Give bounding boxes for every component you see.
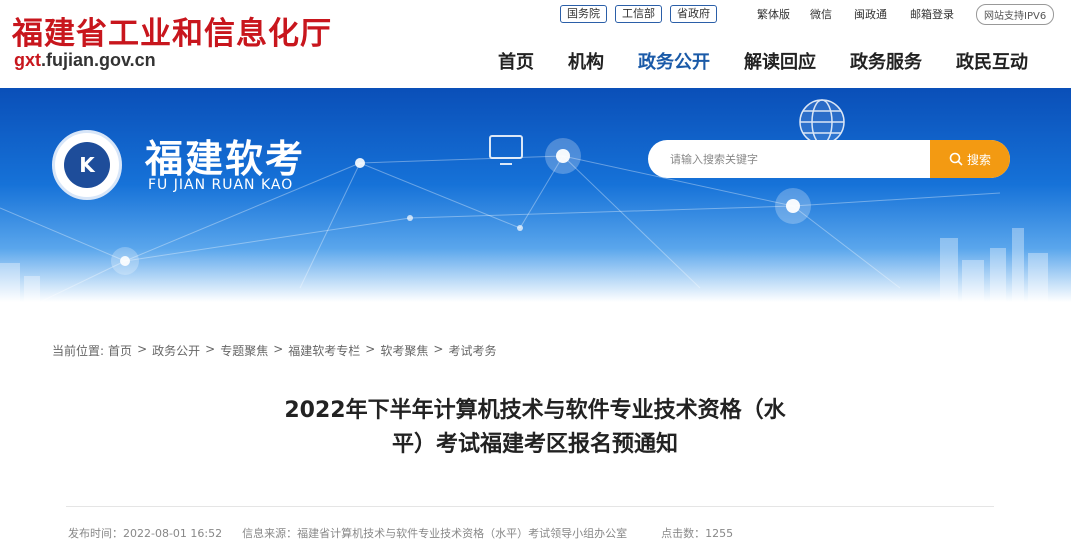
main-nav: 首页 机构 政务公开 解读回应 政务服务 政民互动 — [498, 48, 1028, 74]
nav-gov-services[interactable]: 政务服务 — [850, 48, 922, 74]
banner-subtitle: FU JIAN RUAN KAO — [148, 177, 294, 193]
article-meta: 发布时间：2022-08-01 16:52 信息来源：福建省计算机技术与软件专业… — [68, 525, 733, 541]
breadcrumb-ruankao-focus[interactable]: 软考聚焦 — [380, 342, 428, 359]
search-icon — [949, 152, 963, 166]
site-domain: gxt.fujian.gov.cn — [14, 50, 156, 71]
breadcrumb-home[interactable]: 首页 — [108, 342, 132, 359]
breadcrumb-topics[interactable]: 专题聚焦 — [220, 342, 268, 359]
ipv6-badge: 网站支持IPV6 — [976, 4, 1055, 25]
search-box: 搜索 — [648, 140, 1010, 178]
nav-interpretation[interactable]: 解读回应 — [744, 48, 816, 74]
logo-mark: K — [64, 142, 110, 188]
search-button[interactable]: 搜索 — [930, 140, 1010, 178]
hit-count: 点击数：1255 — [661, 527, 734, 540]
breadcrumb-gov-open[interactable]: 政务公开 — [152, 342, 200, 359]
nav-home[interactable]: 首页 — [498, 48, 534, 74]
breadcrumb-ruankao-column[interactable]: 福建软考专栏 — [288, 342, 360, 359]
divider — [66, 506, 994, 507]
breadcrumb-separator: > — [137, 342, 148, 356]
breadcrumb-separator: > — [273, 342, 284, 356]
link-traditional-chinese[interactable]: 繁体版 — [757, 6, 790, 22]
link-miit[interactable]: 工信部 — [615, 5, 662, 23]
link-mail-login[interactable]: 邮箱登录 — [910, 6, 954, 22]
breadcrumb: 当前位置: 首页 > 政务公开 > 专题聚焦 > 福建软考专栏 > 软考聚焦 >… — [52, 342, 496, 359]
article-title: 2022年下半年计算机技术与软件专业技术资格（水 平）考试福建考区报名预通知 — [230, 394, 840, 462]
link-state-council[interactable]: 国务院 — [560, 5, 607, 23]
link-provincial-gov[interactable]: 省政府 — [670, 5, 717, 23]
search-button-label: 搜索 — [966, 152, 991, 167]
publish-time: 发布时间：2022-08-01 16:52 — [68, 527, 223, 540]
breadcrumb-separator: > — [365, 342, 376, 356]
site-header: 福建省工业和信息化厅 gxt.fujian.gov.cn 国务院 工信部 省政府… — [0, 0, 1071, 88]
banner: K 福建软考 FU JIAN RUAN KAO 搜索 — [0, 88, 1071, 302]
link-minzhengtong[interactable]: 闽政通 — [854, 6, 887, 22]
nav-gov-affairs-open[interactable]: 政务公开 — [638, 48, 710, 74]
network-graphic — [0, 99, 1048, 302]
breadcrumb-separator: > — [205, 342, 216, 356]
breadcrumb-exam-affairs[interactable]: 考试考务 — [448, 342, 496, 359]
site-title[interactable]: 福建省工业和信息化厅 — [12, 8, 332, 53]
breadcrumb-label: 当前位置: — [52, 344, 105, 358]
article-title-line1: 2022年下半年计算机技术与软件专业技术资格（水 — [284, 398, 786, 423]
top-links: 国务院 工信部 省政府 — [560, 4, 725, 24]
exam-logo: K — [52, 130, 122, 200]
domain-rest: .fujian.gov.cn — [41, 50, 156, 70]
info-source: 信息来源：福建省计算机技术与软件专业技术资格（水平）考试领导小组办公室 — [242, 527, 628, 540]
link-wechat[interactable]: 微信 — [810, 6, 832, 22]
article-title-line2: 平）考试福建考区报名预通知 — [391, 432, 678, 457]
domain-prefix: gxt — [14, 50, 41, 70]
nav-organization[interactable]: 机构 — [568, 48, 604, 74]
breadcrumb-separator: > — [433, 342, 444, 356]
banner-title: 福建软考 — [145, 137, 306, 181]
nav-interaction[interactable]: 政民互动 — [956, 48, 1028, 74]
search-input[interactable] — [648, 140, 931, 178]
